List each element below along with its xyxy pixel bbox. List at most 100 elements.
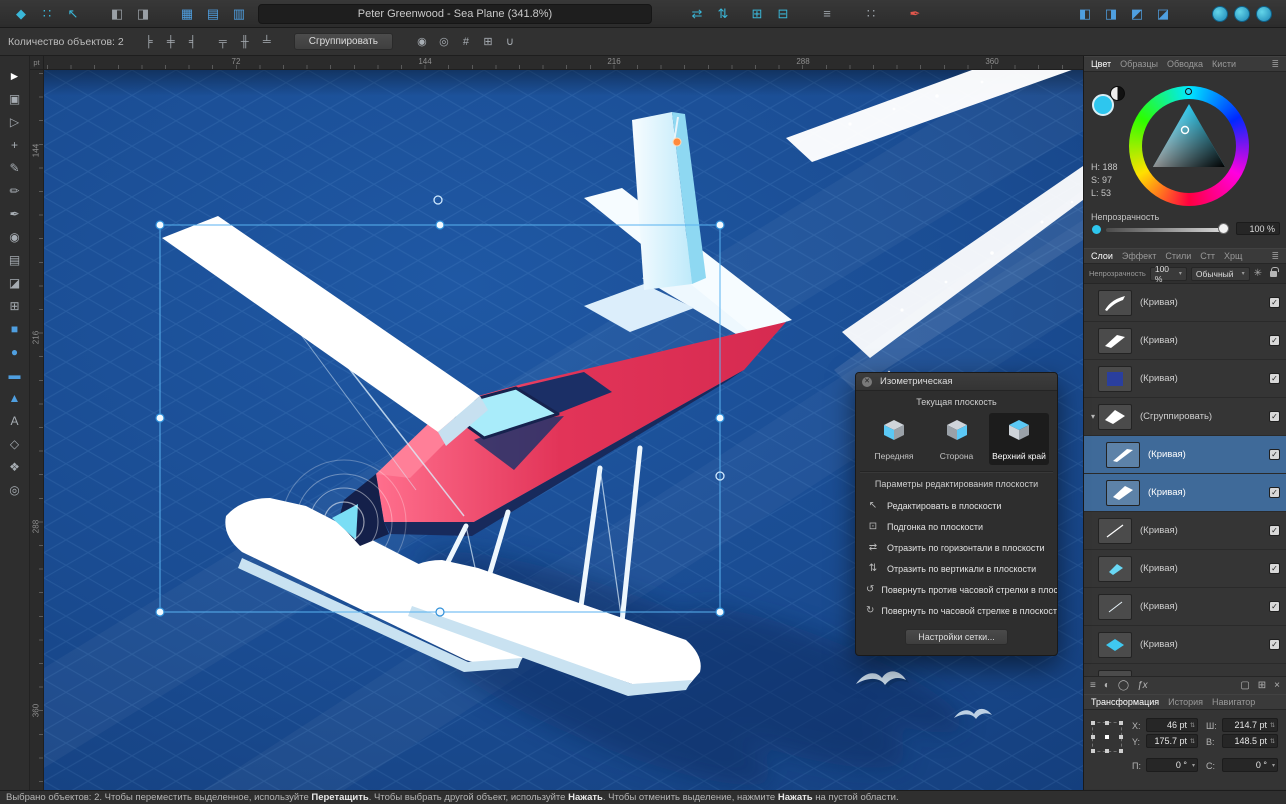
layer-row-group[interactable]: ▾ (Сгруппировать) (1084, 398, 1286, 436)
ellipse-tool[interactable]: ● (3, 340, 27, 363)
grid-settings-button[interactable]: Настройки сетки... (905, 629, 1007, 645)
magnet-icon[interactable]: ∪ (499, 33, 521, 51)
flip-horizontal-in-plane-item[interactable]: ⇄ Отразить по горизонтали в плоскости (856, 537, 1057, 558)
panel-toggle-b-icon[interactable]: ◨ (1098, 4, 1124, 24)
width-field[interactable]: 214.7 pt⇅ (1222, 718, 1278, 732)
panel-toggle-c-icon[interactable]: ◩ (1124, 4, 1150, 24)
ruler-unit[interactable]: pt (30, 56, 44, 70)
selected-node[interactable] (673, 138, 681, 146)
export-persona-icon[interactable]: ◨ (130, 4, 156, 24)
snap-candidates-icon[interactable]: ◎ (433, 33, 455, 51)
tab-transform[interactable]: Трансформация (1091, 697, 1159, 707)
opacity-slider[interactable] (1106, 228, 1224, 232)
point-transform-tool[interactable]: + (3, 133, 27, 156)
layer-row-selected[interactable]: (Кривая) (1084, 436, 1286, 474)
opacity-slider-knob[interactable] (1218, 223, 1229, 234)
layer-visibility-checkbox[interactable] (1269, 601, 1280, 612)
layer-visibility-checkbox[interactable] (1269, 335, 1280, 346)
app-logo-icon[interactable]: ◆ (8, 4, 34, 24)
rotation-field[interactable]: 0 °▾ (1146, 758, 1198, 772)
account-circle-3[interactable] (1256, 6, 1272, 22)
tab-effects[interactable]: Эффект (1122, 251, 1156, 261)
flip-horizontal-icon[interactable]: ⇄ (684, 4, 710, 24)
order-backward-icon[interactable]: ⊟ (770, 4, 796, 24)
align-center-icon[interactable]: ╪ (160, 33, 182, 51)
layer-row[interactable]: (Кривая) (1084, 322, 1286, 360)
new-group-icon[interactable]: ⊞ (1258, 680, 1266, 691)
tab-swatches[interactable]: Образцы (1120, 59, 1158, 69)
snap-toggle-icon[interactable]: ◉ (411, 33, 433, 51)
rectangle-tool[interactable]: ■ (3, 317, 27, 340)
panel-menu-icon[interactable]: ≣ (1271, 251, 1279, 262)
pixel-align-icon[interactable]: ⊞ (477, 33, 499, 51)
layer-row-selected[interactable]: (Кривая) (1084, 474, 1286, 512)
x-field[interactable]: 46 pt⇅ (1146, 718, 1198, 732)
saturation-triangle[interactable] (1129, 86, 1249, 206)
edit-in-plane-item[interactable]: ↖ Редактировать в плоскости (856, 495, 1057, 516)
layer-row[interactable]: (Кривая) (1084, 550, 1286, 588)
brush-tool[interactable]: ✒ (3, 202, 27, 225)
tab-history[interactable]: История (1168, 697, 1203, 707)
align-right-icon[interactable]: ╡ (182, 33, 204, 51)
flip-vertical-icon[interactable]: ⇅ (710, 4, 736, 24)
fit-to-plane-item[interactable]: ⊡ Подгонка по плоскости (856, 516, 1057, 537)
rotate-ccw-in-plane-item[interactable]: ↺ Повернуть против часовой стрелки в пло… (856, 579, 1057, 600)
tab-stroke[interactable]: Обводка (1167, 59, 1203, 69)
height-field[interactable]: 148.5 pt⇅ (1222, 734, 1278, 748)
layer-visibility-checkbox[interactable] (1269, 297, 1280, 308)
artboard-tool[interactable]: ▣ (3, 87, 27, 110)
plane-top-button[interactable]: Верхний край (989, 413, 1049, 465)
layer-visibility-checkbox[interactable] (1269, 487, 1280, 498)
new-layer-icon[interactable]: ▢ (1240, 680, 1249, 691)
blend-mode-dropdown[interactable]: Обычный▾ (1191, 267, 1250, 281)
move-tool[interactable]: ► (3, 64, 27, 87)
snap-grid-toggle-icon[interactable]: # (455, 33, 477, 51)
dot-grid-icon[interactable]: ∷ (858, 4, 884, 24)
gradient-tool[interactable]: ▤ (3, 248, 27, 271)
pencil-tool[interactable]: ✏ (3, 179, 27, 202)
gear-icon[interactable]: ✳ (1254, 268, 1262, 279)
layer-visibility-checkbox[interactable] (1269, 373, 1280, 384)
layer-visibility-checkbox[interactable] (1269, 563, 1280, 574)
shear-field[interactable]: 0 °▾ (1222, 758, 1278, 772)
delete-layer-icon[interactable]: × (1274, 680, 1280, 691)
node-tool[interactable]: ▷ (3, 110, 27, 133)
layer-row[interactable]: (Кривая) (1084, 626, 1286, 664)
stroke-color-well[interactable] (1110, 86, 1125, 101)
opacity-value-field[interactable]: 100 % (1236, 222, 1280, 235)
rotate-cw-in-plane-item[interactable]: ↻ Повернуть по часовой стрелке в плоскос… (856, 600, 1057, 621)
fill-tool[interactable]: ◉ (3, 225, 27, 248)
layer-row[interactable]: (Кривая) (1084, 360, 1286, 398)
lock-icon[interactable] (1270, 271, 1277, 277)
tab-assets[interactable]: Хрщ (1224, 251, 1242, 261)
layers-stack-icon[interactable]: ≡ (1090, 680, 1096, 691)
iso-grid-side-icon[interactable]: ▤ (200, 4, 226, 24)
hand-tool[interactable]: ❖ (3, 455, 27, 478)
tab-layers[interactable]: Слои (1091, 251, 1113, 261)
isometric-panel-header[interactable]: ✕ Изометрическая (856, 373, 1057, 391)
plane-side-button[interactable]: Сторона (927, 413, 987, 465)
panel-toggle-a-icon[interactable]: ◧ (1072, 4, 1098, 24)
tab-styles[interactable]: Стили (1165, 251, 1191, 261)
order-forward-icon[interactable]: ⊞ (744, 4, 770, 24)
layer-visibility-checkbox[interactable] (1269, 449, 1280, 460)
close-icon[interactable]: ✕ (862, 377, 872, 387)
iso-grid-front-icon[interactable]: ▦ (174, 4, 200, 24)
tab-color[interactable]: Цвет (1091, 59, 1111, 69)
layer-opacity-dropdown[interactable]: 100 %▾ (1150, 267, 1187, 281)
disclosure-caret-icon[interactable]: ▾ (1088, 412, 1098, 421)
align-top-icon[interactable]: ╤ (212, 33, 234, 51)
y-field[interactable]: 175.7 pt⇅ (1146, 734, 1198, 748)
zoom-tool[interactable]: ◎ (3, 478, 27, 501)
color-picker-tool[interactable]: ◇ (3, 432, 27, 455)
group-button[interactable]: Сгруппировать (294, 33, 393, 50)
rounded-rect-tool[interactable]: ▬ (3, 363, 27, 386)
layer-row-group[interactable]: ▸ (Сгруппировать) (1084, 664, 1286, 676)
anchor-point-selector[interactable] (1092, 722, 1122, 752)
operations-menu-icon[interactable]: ≡ (814, 4, 840, 24)
layer-visibility-checkbox[interactable] (1269, 411, 1280, 422)
crop-tool[interactable]: ⊞ (3, 294, 27, 317)
fx-icon[interactable]: ƒx (1137, 680, 1148, 691)
align-left-icon[interactable]: ╞ (138, 33, 160, 51)
tab-symbols[interactable]: Стт (1200, 251, 1215, 261)
